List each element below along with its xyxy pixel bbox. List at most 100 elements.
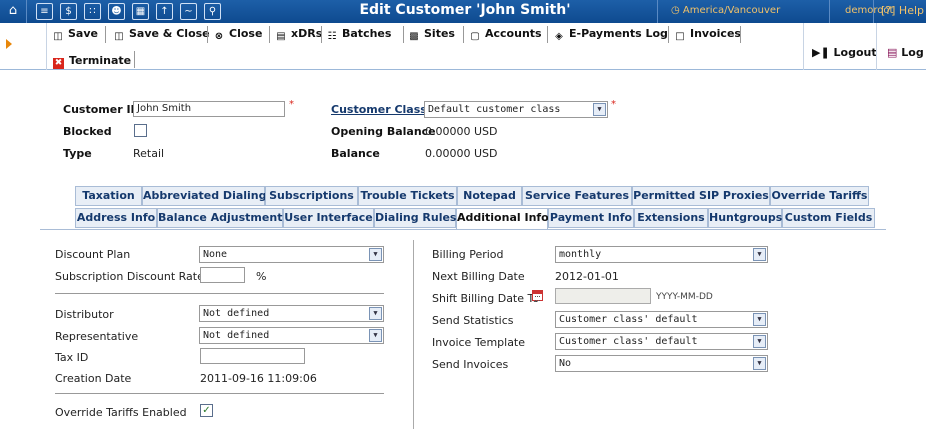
representative-select[interactable]: Not defined ▼ <box>199 327 384 344</box>
xdrs-button[interactable]: ▤ xDRs <box>275 27 322 43</box>
save-close-label: Save & Close <box>129 27 210 40</box>
send-statistics-label: Send Statistics <box>432 314 514 327</box>
tab-user-interface[interactable]: User Interface <box>283 208 374 228</box>
divider <box>463 26 464 43</box>
tab-subscriptions[interactable]: Subscriptions <box>265 186 358 206</box>
floppy-icon: ◫ <box>114 31 124 42</box>
tab-trouble-tickets[interactable]: Trouble Tickets <box>358 186 457 206</box>
opening-balance-label: Opening Balance <box>331 125 436 138</box>
chevron-down-icon: ▼ <box>753 313 766 326</box>
override-tariffs-checkbox[interactable]: ✓ <box>200 404 213 417</box>
tab-taxation[interactable]: Taxation <box>75 186 142 206</box>
tax-id-input[interactable] <box>200 348 305 364</box>
creation-date-value: 2011-09-16 11:09:06 <box>200 372 317 385</box>
close-label: Close <box>229 27 263 40</box>
logout-button[interactable]: ▶❚ Logout <box>812 46 877 59</box>
date-format-hint: YYYY-MM-DD <box>656 292 713 302</box>
tab-extensions[interactable]: Extensions <box>634 208 708 228</box>
chevron-down-icon: ▼ <box>593 103 606 116</box>
chevron-down-icon: ▼ <box>369 248 382 261</box>
send-invoices-label: Send Invoices <box>432 358 509 371</box>
help-link[interactable]: [?] Help <box>881 4 924 17</box>
required-marker: * <box>289 99 294 110</box>
invoice-template-value: Customer class' default <box>559 336 698 347</box>
tab-address-info[interactable]: Address Info <box>75 208 157 228</box>
tab-dialing-rules[interactable]: Dialing Rules <box>374 208 456 228</box>
send-statistics-value: Customer class' default <box>559 314 698 325</box>
chevron-down-icon: ▼ <box>369 307 382 320</box>
discount-plan-label: Discount Plan <box>55 248 131 261</box>
invoices-label: Invoices <box>690 27 741 40</box>
distributor-select[interactable]: Not defined ▼ <box>199 305 384 322</box>
close-icon: ⊗ <box>214 31 224 42</box>
divider <box>547 26 548 43</box>
divider <box>105 26 106 43</box>
column-divider <box>413 240 414 429</box>
shift-billing-date-label: Shift Billing Date To <box>432 292 540 305</box>
log-icon: ▤ <box>887 46 898 59</box>
sites-icon: ▩ <box>409 31 419 42</box>
tab-custom-fields[interactable]: Custom Fields <box>782 208 875 228</box>
blocked-checkbox[interactable] <box>134 124 147 137</box>
chevron-down-icon: ▼ <box>753 357 766 370</box>
tab-service-features[interactable]: Service Features <box>522 186 632 206</box>
close-button[interactable]: ⊗ Close <box>213 27 263 43</box>
calendar-icon[interactable] <box>532 290 543 301</box>
send-invoices-select[interactable]: No ▼ <box>555 355 768 372</box>
tree-icon[interactable]: ▦ <box>132 3 149 20</box>
shift-billing-date-input[interactable] <box>555 288 651 304</box>
invoices-button[interactable]: □ Invoices <box>674 27 741 43</box>
log-label: Log <box>901 46 924 59</box>
divider <box>740 26 741 43</box>
import-icon[interactable]: ↑ <box>156 3 173 20</box>
tab-balance-adjustments[interactable]: Balance Adjustments <box>157 208 289 228</box>
divider <box>321 26 322 43</box>
terminate-button[interactable]: ✖ Terminate <box>53 54 131 69</box>
tab-additional-info[interactable]: Additional Info <box>456 208 549 230</box>
divider <box>207 26 208 43</box>
next-billing-date-value: 2012-01-01 <box>555 270 619 283</box>
accounts-button[interactable]: ▢ Accounts <box>469 27 541 43</box>
divider <box>668 26 669 43</box>
tab-huntgroups[interactable]: Huntgroups <box>708 208 782 228</box>
chart-icon[interactable]: ∼ <box>180 3 197 20</box>
dollar-icon[interactable]: $ <box>60 3 77 20</box>
log-button[interactable]: ▤ Log <box>887 46 924 59</box>
distributor-label: Distributor <box>55 308 114 321</box>
user-icon[interactable]: ☻ <box>108 3 125 20</box>
epayments-log-button[interactable]: ◈ E-Payments Log <box>553 27 668 43</box>
tab-payment-info[interactable]: Payment Info <box>548 208 634 228</box>
chevron-down-icon: ▼ <box>753 248 766 261</box>
grid-icon[interactable]: ∷ <box>84 3 101 20</box>
save-close-button[interactable]: ◫ Save & Close <box>113 27 210 43</box>
customer-id-input[interactable]: John Smith <box>133 101 285 117</box>
tab-permitted-sip-proxies[interactable]: Permitted SIP Proxies <box>632 186 770 206</box>
billing-period-select[interactable]: monthly ▼ <box>555 246 768 263</box>
tab-abbreviated-dialing[interactable]: Abbreviated Dialing <box>142 186 267 206</box>
divider <box>26 0 27 23</box>
save-button[interactable]: ◫ Save <box>52 27 98 43</box>
timezone-link[interactable]: ◷ America/Vancouver <box>671 5 780 16</box>
discount-plan-select[interactable]: None ▼ <box>199 246 384 263</box>
batches-button[interactable]: ☷ Batches <box>326 27 392 43</box>
tab-notepad[interactable]: Notepad <box>457 186 522 206</box>
menu-icon[interactable]: ≡ <box>36 3 53 20</box>
creation-date-label: Creation Date <box>55 372 132 385</box>
document-icon: □ <box>675 31 685 42</box>
terminate-label: Terminate <box>69 54 132 67</box>
customer-class-link[interactable]: Customer Class <box>331 103 427 116</box>
sites-label: Sites <box>424 27 455 40</box>
send-statistics-select[interactable]: Customer class' default ▼ <box>555 311 768 328</box>
balance-label: Balance <box>331 147 380 160</box>
home-icon[interactable]: ⌂ <box>4 2 22 20</box>
search-icon[interactable]: ⚲ <box>204 3 221 20</box>
subscription-discount-input[interactable] <box>200 267 245 283</box>
sites-button[interactable]: ▩ Sites <box>408 27 455 43</box>
invoice-template-select[interactable]: Customer class' default ▼ <box>555 333 768 350</box>
batches-label: Batches <box>342 27 392 40</box>
customer-class-select[interactable]: Default customer class ▼ <box>424 101 608 118</box>
tab-override-tariffs[interactable]: Override Tariffs <box>770 186 869 206</box>
distributor-value: Not defined <box>203 308 270 319</box>
collapse-arrow-icon[interactable] <box>6 39 12 49</box>
billing-period-value: monthly <box>559 249 602 260</box>
